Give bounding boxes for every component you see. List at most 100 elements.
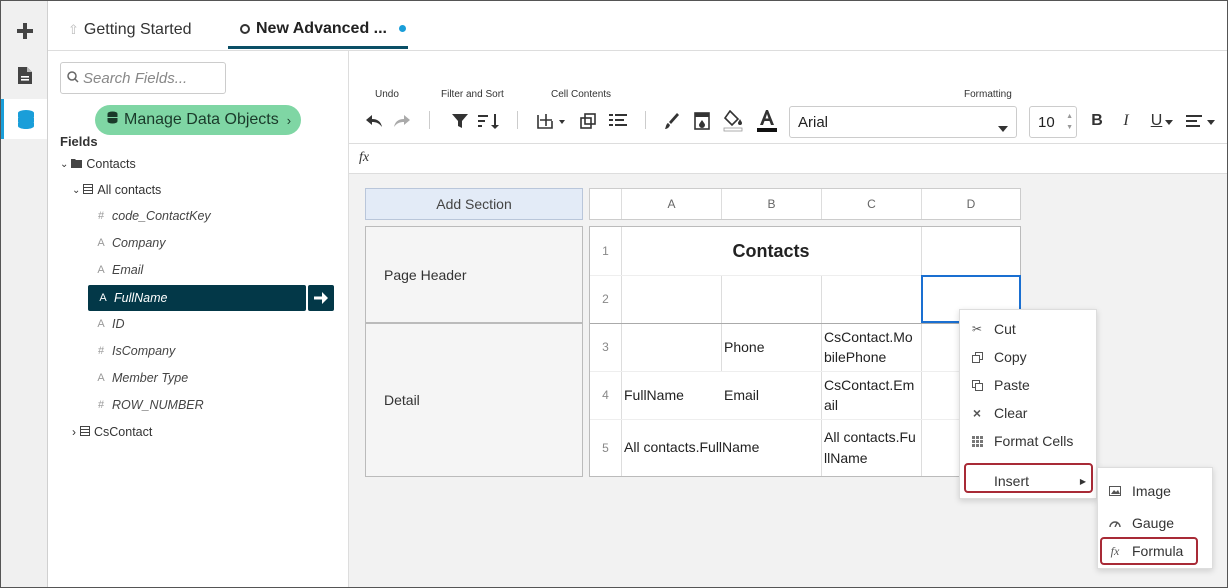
bold-button[interactable]: B: [1087, 109, 1107, 133]
number-type-icon: #: [97, 399, 105, 411]
cell[interactable]: All contacts.FullName: [621, 419, 821, 476]
sort-icon[interactable]: [477, 109, 501, 133]
cell[interactable]: All contacts.FullName: [821, 419, 921, 476]
cell-style-icon[interactable]: [691, 109, 713, 133]
cell[interactable]: CsContact.MobilePhone: [821, 323, 921, 371]
section-label: Detail: [384, 392, 420, 408]
underline-button[interactable]: U: [1147, 109, 1177, 133]
row-number: 3: [602, 340, 609, 354]
column-header-d[interactable]: D: [921, 189, 1020, 219]
menu-item-format-cells[interactable]: Format Cells: [960, 428, 1098, 454]
plus-icon[interactable]: [1, 11, 48, 51]
chevron-down-icon: ⌄: [60, 158, 69, 170]
database-icon[interactable]: [1, 99, 47, 139]
tab-getting-started[interactable]: ⇧ Getting Started: [68, 11, 192, 49]
chevron-down-icon: [1206, 112, 1215, 130]
format-cells-icon: [960, 435, 994, 447]
copy-icon: [960, 351, 994, 363]
column-header-a[interactable]: A: [621, 189, 721, 219]
circle-icon: [240, 23, 250, 34]
list-format-icon[interactable]: [607, 109, 629, 133]
undo-group-label: Undo: [375, 89, 399, 100]
text-type-icon: A: [97, 372, 105, 384]
stepper-arrows-icon[interactable]: ▲ ▼: [1066, 111, 1073, 133]
column-header-c[interactable]: C: [821, 189, 921, 219]
field-item-selected[interactable]: A FullName: [88, 285, 306, 311]
field-item[interactable]: # code_ContactKey: [94, 209, 211, 223]
tree-node-cscontact[interactable]: › CsContact: [72, 425, 152, 439]
align-left-icon: [1185, 115, 1202, 127]
database-icon: [107, 111, 118, 129]
field-item[interactable]: # IsCompany: [94, 344, 175, 358]
number-type-icon: #: [97, 345, 105, 357]
filter-icon[interactable]: [449, 109, 471, 133]
folder-icon: [71, 157, 83, 171]
cell-contents-group-label: Cell Contents: [551, 89, 612, 100]
chevron-right-icon: ›: [72, 425, 76, 439]
image-icon: [1098, 486, 1132, 496]
field-item[interactable]: A Member Type: [94, 371, 188, 385]
column-header-b[interactable]: B: [721, 189, 821, 219]
tab-label: Getting Started: [83, 21, 192, 38]
menu-item-copy[interactable]: Copy: [960, 344, 1098, 370]
document-icon[interactable]: [1, 55, 48, 95]
fill-color-icon[interactable]: [721, 109, 745, 133]
dropdown-arrow-icon: [998, 119, 1008, 136]
toolbar: Undo Filter and Sort Cell Contents Forma…: [349, 51, 1227, 144]
formula-bar[interactable]: fx: [349, 144, 1227, 174]
scissors-icon: ✂: [971, 322, 983, 336]
separator: [517, 111, 518, 129]
brush-icon[interactable]: [661, 109, 683, 133]
row-number: 1: [602, 244, 609, 258]
search-input[interactable]: Search Fields...: [60, 62, 226, 94]
chevron-right-icon: ›: [286, 112, 292, 128]
manage-data-objects-button[interactable]: Manage Data Objects ›: [95, 105, 301, 135]
menu-label: Image: [1132, 483, 1171, 499]
tree-node-contacts[interactable]: ⌄ Contacts: [60, 157, 136, 171]
copy-content-icon[interactable]: [577, 109, 599, 133]
insert-content-icon[interactable]: [535, 109, 567, 133]
table-icon: [80, 425, 90, 439]
field-item[interactable]: A ID: [94, 317, 124, 331]
menu-item-cut[interactable]: ✂ Cut: [960, 316, 1098, 342]
italic-button[interactable]: I: [1117, 109, 1135, 133]
number-type-icon: #: [97, 210, 105, 222]
tree-node-all-contacts[interactable]: ⌄ All contacts: [72, 183, 161, 197]
cell-title[interactable]: Contacts: [621, 227, 921, 275]
clear-icon: ×: [972, 405, 982, 421]
tab-new-advanced[interactable]: New Advanced ...: [228, 11, 408, 49]
font-family-select[interactable]: Arial: [789, 106, 1017, 138]
text-type-icon: A: [97, 264, 105, 276]
menu-item-clear[interactable]: × Clear: [960, 400, 1098, 426]
row-number: 4: [602, 388, 609, 402]
add-field-button[interactable]: [308, 285, 334, 311]
redo-icon[interactable]: [391, 109, 413, 133]
chevron-down-icon: ⌄: [72, 184, 81, 196]
text-type-icon: A: [99, 292, 107, 304]
add-section-button[interactable]: Add Section: [365, 188, 583, 220]
menu-item-paste[interactable]: Paste: [960, 372, 1098, 398]
cell[interactable]: CsContact.Email: [821, 371, 921, 419]
section-detail[interactable]: Detail: [365, 323, 583, 477]
font-size-value: 10: [1038, 113, 1055, 131]
field-item[interactable]: A Company: [94, 236, 165, 250]
field-item[interactable]: # ROW_NUMBER: [94, 398, 204, 412]
align-menu-button[interactable]: [1183, 109, 1217, 133]
cell[interactable]: FullName: [621, 371, 721, 419]
menu-label: Copy: [994, 349, 1027, 365]
cell[interactable]: Phone: [721, 323, 821, 371]
field-label: Email: [112, 263, 144, 277]
section-page-header[interactable]: Page Header: [365, 226, 583, 323]
field-label: IsCompany: [112, 344, 176, 358]
unsaved-dot: [399, 25, 406, 32]
cell[interactable]: Email: [721, 371, 821, 419]
submenu-item-gauge[interactable]: Gauge: [1098, 510, 1212, 536]
submenu-item-image[interactable]: Image: [1098, 478, 1212, 504]
search-icon: [67, 70, 79, 87]
field-item[interactable]: A Email: [94, 263, 143, 277]
font-size-stepper[interactable]: 10 ▲ ▼: [1029, 106, 1077, 138]
undo-icon[interactable]: [363, 109, 385, 133]
paste-icon: [960, 379, 994, 391]
font-color-icon[interactable]: [755, 109, 779, 133]
row-number: 2: [602, 292, 609, 306]
